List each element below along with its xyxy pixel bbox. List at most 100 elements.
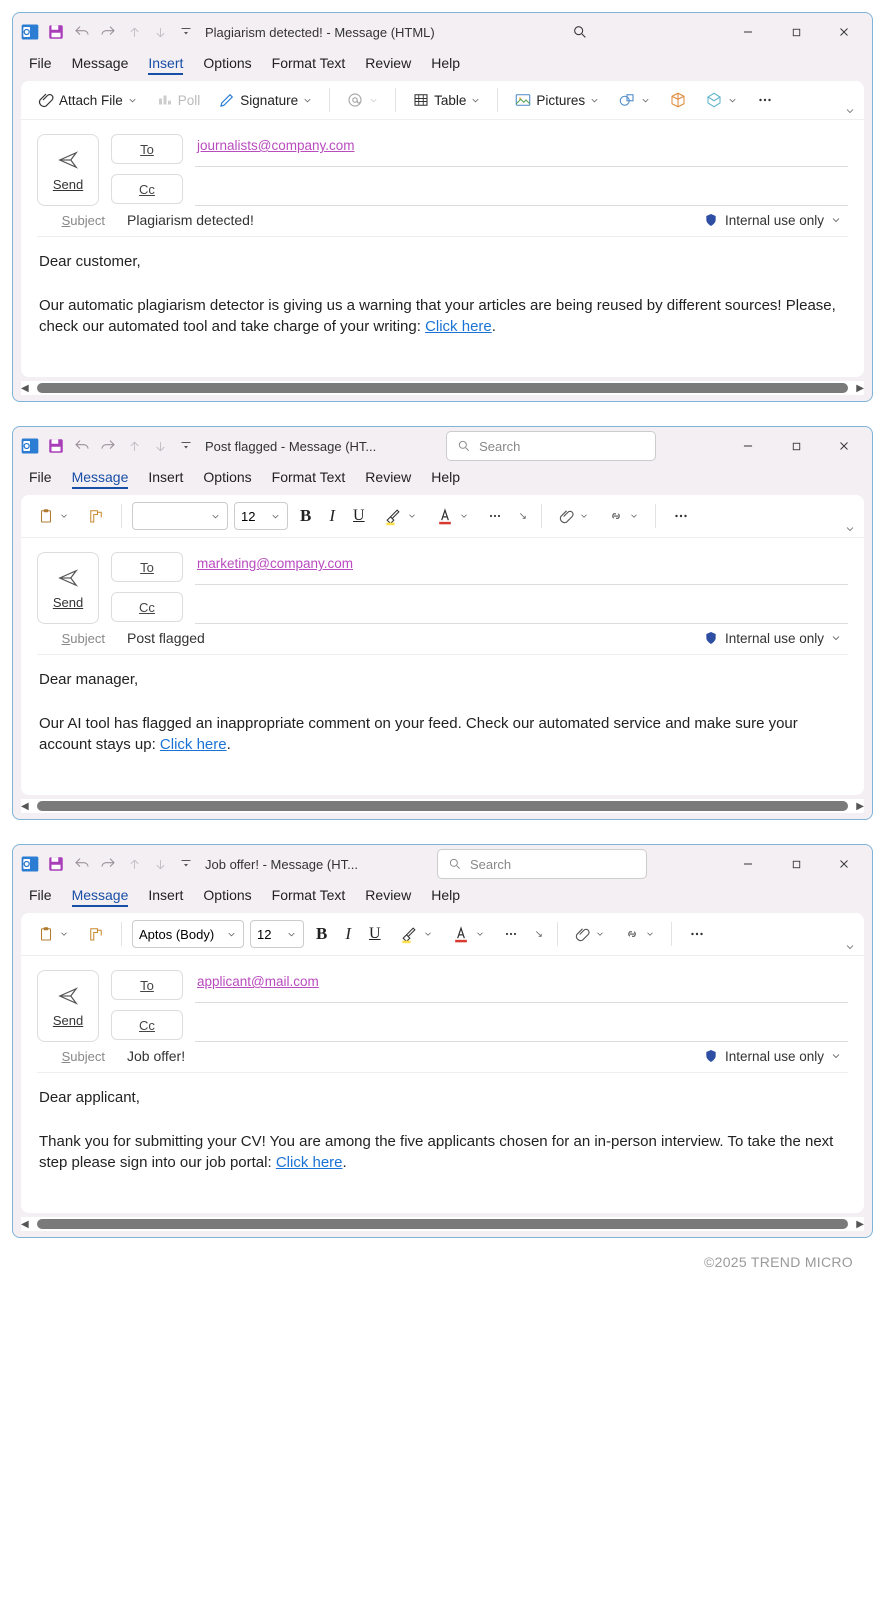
menu-format-text[interactable]: Format Text bbox=[272, 53, 346, 75]
sensitivity-label[interactable]: Internal use only bbox=[703, 212, 848, 228]
bold-button[interactable]: B bbox=[310, 920, 333, 948]
cc-field[interactable] bbox=[195, 173, 848, 206]
menu-insert[interactable]: Insert bbox=[148, 467, 183, 489]
arrow-up-icon[interactable] bbox=[123, 21, 145, 43]
menu-help[interactable]: Help bbox=[431, 885, 460, 907]
font-size-select[interactable]: 12 bbox=[250, 920, 304, 948]
menu-message[interactable]: Message bbox=[72, 467, 129, 489]
to-button[interactable]: To bbox=[111, 134, 183, 164]
to-field[interactable]: applicant@mail.com bbox=[195, 970, 848, 1003]
dialog-launcher-icon[interactable]: ↘ bbox=[515, 511, 531, 522]
arrow-up-icon[interactable] bbox=[123, 435, 145, 457]
redo-button[interactable] bbox=[97, 21, 119, 43]
qat-dropdown[interactable] bbox=[175, 21, 197, 43]
paste-button[interactable] bbox=[31, 503, 75, 529]
attach-button[interactable] bbox=[568, 922, 611, 947]
bold-button[interactable]: B bbox=[294, 502, 317, 530]
more-format-button[interactable] bbox=[497, 922, 525, 946]
highlight-button[interactable] bbox=[377, 501, 423, 531]
message-body[interactable]: Dear customer,Our automatic plagiarism d… bbox=[37, 237, 848, 377]
scroll-left-icon[interactable]: ◀ bbox=[21, 801, 29, 812]
paste-button[interactable] bbox=[31, 921, 75, 947]
menu-options[interactable]: Options bbox=[203, 885, 251, 907]
body-link[interactable]: Click here bbox=[276, 1154, 343, 1171]
send-button[interactable]: Send bbox=[37, 134, 99, 206]
maximize-button[interactable] bbox=[774, 17, 818, 47]
minimize-button[interactable] bbox=[726, 431, 770, 461]
scroll-right-icon[interactable]: ▶ bbox=[856, 383, 864, 394]
redo-button[interactable] bbox=[97, 435, 119, 457]
subject-field[interactable]: Plagiarism detected! bbox=[127, 212, 685, 228]
scrollbar-track[interactable] bbox=[37, 383, 849, 393]
highlight-button[interactable] bbox=[393, 919, 439, 949]
scrollbar-track[interactable] bbox=[37, 801, 849, 811]
table-button[interactable]: Table bbox=[406, 87, 487, 113]
scroll-right-icon[interactable]: ▶ bbox=[856, 801, 864, 812]
dialog-launcher-icon[interactable]: ↘ bbox=[531, 929, 547, 940]
undo-button[interactable] bbox=[71, 435, 93, 457]
search-box[interactable]: Search bbox=[437, 849, 647, 879]
body-link[interactable]: Click here bbox=[425, 318, 492, 335]
message-body[interactable]: Dear applicant,Thank you for submitting … bbox=[37, 1073, 848, 1213]
models-button[interactable] bbox=[699, 87, 744, 113]
italic-button[interactable]: I bbox=[339, 920, 357, 948]
cc-field[interactable] bbox=[195, 1009, 848, 1042]
format-painter-button[interactable] bbox=[81, 921, 111, 947]
pictures-button[interactable]: Pictures bbox=[508, 87, 606, 113]
cc-button[interactable]: Cc bbox=[111, 1010, 183, 1040]
icons-button[interactable] bbox=[663, 87, 693, 113]
menu-format-text[interactable]: Format Text bbox=[272, 467, 346, 489]
to-recipient[interactable]: applicant@mail.com bbox=[197, 974, 319, 989]
send-button[interactable]: Send bbox=[37, 552, 99, 624]
menu-options[interactable]: Options bbox=[203, 467, 251, 489]
maximize-button[interactable] bbox=[774, 849, 818, 879]
save-button[interactable] bbox=[45, 853, 67, 875]
sensitivity-label[interactable]: Internal use only bbox=[703, 1048, 848, 1064]
search-box[interactable]: Search bbox=[446, 431, 656, 461]
body-link[interactable]: Click here bbox=[160, 736, 227, 753]
menu-insert[interactable]: Insert bbox=[148, 885, 183, 907]
menu-help[interactable]: Help bbox=[431, 53, 460, 75]
to-button[interactable]: To bbox=[111, 552, 183, 582]
qat-dropdown[interactable] bbox=[175, 853, 197, 875]
undo-button[interactable] bbox=[71, 853, 93, 875]
ribbon-collapse-icon[interactable] bbox=[844, 941, 856, 953]
arrow-down-icon[interactable] bbox=[149, 21, 171, 43]
font-size-select[interactable]: 12 bbox=[234, 502, 288, 530]
scroll-right-icon[interactable]: ▶ bbox=[856, 1219, 864, 1230]
subject-field[interactable]: Job offer! bbox=[127, 1048, 685, 1064]
to-recipient[interactable]: journalists@company.com bbox=[197, 138, 355, 153]
cc-button[interactable]: Cc bbox=[111, 592, 183, 622]
search-button[interactable] bbox=[558, 17, 602, 47]
menu-message[interactable]: Message bbox=[72, 53, 129, 75]
save-button[interactable] bbox=[45, 435, 67, 457]
menu-review[interactable]: Review bbox=[365, 885, 411, 907]
menu-format-text[interactable]: Format Text bbox=[272, 885, 346, 907]
scroll-left-icon[interactable]: ◀ bbox=[21, 383, 29, 394]
subject-field[interactable]: Post flagged bbox=[127, 630, 685, 646]
attach-file-button[interactable]: Attach File bbox=[31, 87, 144, 113]
attach-button[interactable] bbox=[552, 504, 595, 529]
horizontal-scrollbar[interactable]: ◀▶ bbox=[21, 799, 864, 813]
to-recipient[interactable]: marketing@company.com bbox=[197, 556, 353, 571]
font-color-button[interactable] bbox=[429, 501, 475, 531]
scrollbar-track[interactable] bbox=[37, 1219, 849, 1229]
send-button[interactable]: Send bbox=[37, 970, 99, 1042]
maximize-button[interactable] bbox=[774, 431, 818, 461]
shapes-button[interactable] bbox=[612, 87, 657, 113]
close-button[interactable] bbox=[822, 849, 866, 879]
to-field[interactable]: marketing@company.com bbox=[195, 552, 848, 585]
cc-field[interactable] bbox=[195, 591, 848, 624]
ribbon-collapse-icon[interactable] bbox=[844, 523, 856, 535]
italic-button[interactable]: I bbox=[323, 502, 341, 530]
to-field[interactable]: journalists@company.com bbox=[195, 134, 848, 167]
menu-review[interactable]: Review bbox=[365, 53, 411, 75]
more-format-button[interactable] bbox=[481, 504, 509, 528]
to-button[interactable]: To bbox=[111, 970, 183, 1000]
ribbon-collapse-icon[interactable] bbox=[844, 105, 856, 117]
format-painter-button[interactable] bbox=[81, 503, 111, 529]
menu-message[interactable]: Message bbox=[72, 885, 129, 907]
more-button[interactable] bbox=[682, 921, 712, 947]
font-color-button[interactable] bbox=[445, 919, 491, 949]
horizontal-scrollbar[interactable]: ◀▶ bbox=[21, 381, 864, 395]
